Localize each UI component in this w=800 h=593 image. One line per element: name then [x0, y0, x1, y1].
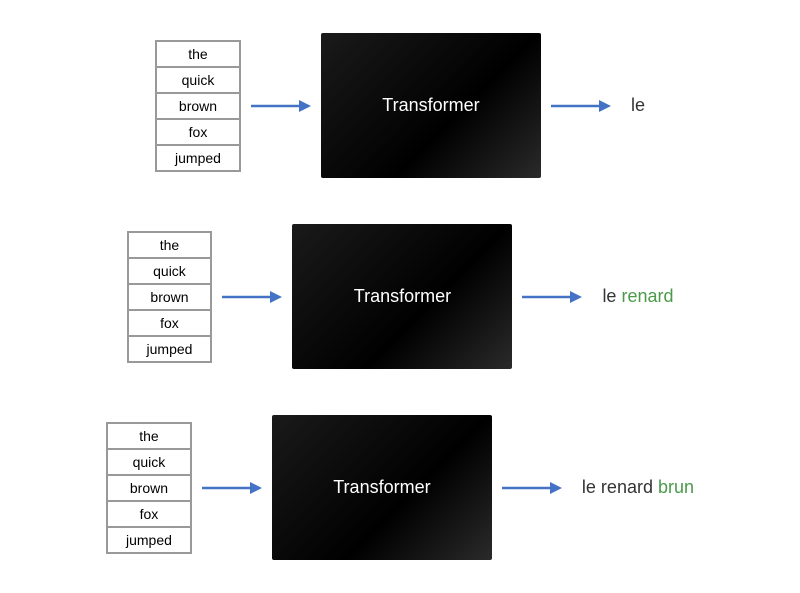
- transformer-box-1: Transformer: [321, 33, 541, 178]
- output-2: le renard: [602, 286, 673, 307]
- output-prefix-3: le renard: [582, 477, 658, 497]
- word-cell: jumped: [156, 145, 240, 171]
- diagram-row-3: the quick brown fox jumped Transformer l…: [106, 415, 694, 560]
- word-list-3: the quick brown fox jumped: [106, 422, 192, 554]
- word-cell: brown: [156, 93, 240, 119]
- word-cell: jumped: [128, 336, 212, 362]
- word-list-2: the quick brown fox jumped: [127, 231, 213, 363]
- output-1: le: [631, 95, 645, 116]
- word-cell: fox: [107, 501, 191, 527]
- word-cell: the: [156, 41, 240, 67]
- word-cell: quick: [156, 67, 240, 93]
- output-arrow-2: [522, 285, 582, 309]
- word-cell: quick: [107, 449, 191, 475]
- transformer-box-3: Transformer: [272, 415, 492, 560]
- word-cell: quick: [128, 258, 212, 284]
- output-new-2: renard: [621, 286, 673, 306]
- output-3: le renard brun: [582, 477, 694, 498]
- word-cell: fox: [128, 310, 212, 336]
- word-list-1: the quick brown fox jumped: [155, 40, 241, 172]
- output-arrow-1: [551, 94, 611, 118]
- transformer-label-3: Transformer: [333, 477, 430, 498]
- input-arrow-2: [222, 285, 282, 309]
- word-cell: brown: [107, 475, 191, 501]
- word-cell: the: [107, 423, 191, 449]
- transformer-label-1: Transformer: [382, 95, 479, 116]
- word-cell: fox: [156, 119, 240, 145]
- diagram-row-2: the quick brown fox jumped Transformer l…: [127, 224, 674, 369]
- transformer-box-2: Transformer: [292, 224, 512, 369]
- input-arrow-3: [202, 476, 262, 500]
- output-arrow-3: [502, 476, 562, 500]
- output-prefix-2: le: [602, 286, 621, 306]
- input-arrow-1: [251, 94, 311, 118]
- output-prefix-1: le: [631, 95, 645, 115]
- word-cell: the: [128, 232, 212, 258]
- output-new-3: brun: [658, 477, 694, 497]
- diagram-row-1: the quick brown fox jumped Transformer l…: [155, 33, 645, 178]
- word-cell: jumped: [107, 527, 191, 553]
- word-cell: brown: [128, 284, 212, 310]
- transformer-label-2: Transformer: [354, 286, 451, 307]
